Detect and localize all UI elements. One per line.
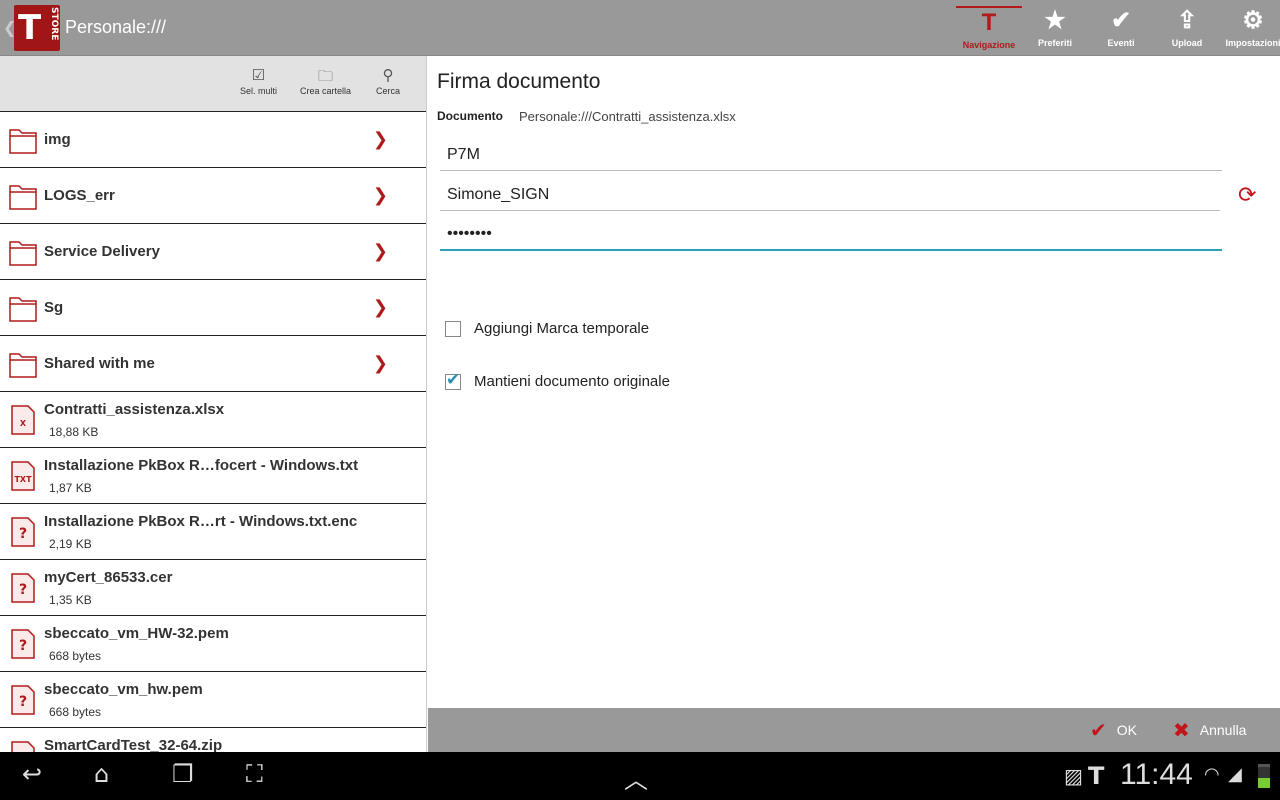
svg-text:X: X bbox=[20, 419, 27, 428]
form-action-bar: ✔ OK ✖ Annulla bbox=[428, 708, 1280, 752]
new-folder-button[interactable]: 🗀 Crea cartella bbox=[300, 66, 351, 96]
svg-text:?: ? bbox=[19, 526, 27, 542]
chevron-right-icon: ❯ bbox=[372, 353, 388, 374]
folder-icon bbox=[9, 125, 37, 155]
file-row[interactable]: TXT Installazione PkBox R…focert - Window… bbox=[0, 448, 426, 504]
folder-row[interactable]: Sg ❯ bbox=[0, 280, 426, 336]
back-nav-icon[interactable]: ↩ bbox=[22, 760, 42, 788]
app-logo[interactable]: T STORE bbox=[14, 5, 60, 51]
ok-button[interactable]: ✔ OK bbox=[1090, 718, 1137, 743]
chevron-up-icon[interactable]: ︿ bbox=[624, 760, 648, 795]
svg-text:?: ? bbox=[19, 582, 27, 598]
svg-text:TXT: TXT bbox=[14, 475, 32, 484]
folder-row[interactable]: img ❯ bbox=[0, 112, 426, 168]
refresh-icon[interactable]: ⟳ bbox=[1238, 183, 1256, 208]
system-bar: ↩ ⌂ ❐ ⛶ ︿ ▨ T 11:44 ◠ ◢ bbox=[0, 752, 1280, 800]
folder-row[interactable]: LOGS_err ❯ bbox=[0, 168, 426, 224]
file-row[interactable]: ? sbeccato_vm_HW-32.pem 668 bytes bbox=[0, 616, 426, 672]
file-row[interactable]: ? sbeccato_vm_hw.pem 668 bytes bbox=[0, 672, 426, 728]
folder-icon bbox=[9, 293, 37, 323]
chevron-right-icon: ❯ bbox=[372, 185, 388, 206]
check-icon: ✔ bbox=[1090, 720, 1107, 742]
file-row[interactable]: ZIPSmartCardTest_32-64.zip bbox=[0, 728, 426, 752]
upload-icon: ⇪ bbox=[1176, 7, 1198, 34]
unknown-file-icon: ? bbox=[9, 573, 37, 603]
search-icon: ⚲ bbox=[382, 67, 394, 84]
screenshot-icon[interactable]: ⛶ bbox=[246, 760, 263, 788]
folder-icon bbox=[9, 349, 37, 379]
file-row[interactable]: ? myCert_86533.cer 1,35 KB bbox=[0, 560, 426, 616]
image-icon: ▨ bbox=[1064, 764, 1083, 788]
txt-file-icon: TXT bbox=[9, 461, 37, 491]
cancel-button[interactable]: ✖ Annulla bbox=[1173, 718, 1246, 743]
unknown-file-icon: ? bbox=[9, 629, 37, 659]
folder-row[interactable]: Service Delivery ❯ bbox=[0, 224, 426, 280]
signal-icon: ◢ bbox=[1228, 764, 1242, 785]
keep-original-label: Mantieni documento originale bbox=[474, 373, 670, 390]
multi-select-button[interactable]: ☑ Sel. multi bbox=[240, 66, 277, 96]
star-icon: ★ bbox=[1044, 7, 1066, 34]
nav-preferiti[interactable]: ★ Preferiti bbox=[1022, 6, 1088, 54]
file-row[interactable]: X Contratti_assistenza.xlsx 18,88 KB bbox=[0, 392, 426, 448]
chevron-right-icon: ❯ bbox=[372, 297, 388, 318]
home-icon[interactable]: ⌂ bbox=[94, 760, 109, 788]
svg-text:?: ? bbox=[19, 694, 27, 710]
chevron-right-icon: ❯ bbox=[372, 129, 388, 150]
page-title: Personale:/// bbox=[65, 17, 167, 37]
nav-upload[interactable]: ⇪ Upload bbox=[1154, 6, 1220, 54]
folder-icon bbox=[9, 181, 37, 211]
document-path: Personale:///Contratti_assistenza.xlsx bbox=[519, 109, 736, 124]
password-field[interactable] bbox=[440, 219, 1222, 251]
keep-original-checkbox[interactable] bbox=[445, 370, 461, 390]
recent-apps-icon[interactable]: ❐ bbox=[172, 760, 194, 788]
close-icon: ✖ bbox=[1173, 720, 1190, 742]
gear-icon: ⚙ bbox=[1242, 7, 1264, 34]
nav-impostazioni[interactable]: ⚙ Impostazioni bbox=[1220, 6, 1280, 54]
wifi-icon: ◠ bbox=[1204, 764, 1220, 785]
unknown-file-icon: ? bbox=[9, 685, 37, 715]
nav-navigazione[interactable]: T Navigazione bbox=[956, 6, 1022, 54]
t4-notification-icon: T bbox=[1088, 762, 1105, 790]
svg-text:?: ? bbox=[19, 638, 27, 654]
certificate-field[interactable] bbox=[440, 179, 1220, 211]
file-list-panel: ☑ Sel. multi 🗀 Crea cartella ⚲ Cerca img ❯ LO… bbox=[0, 56, 427, 752]
folder-icon bbox=[9, 237, 37, 267]
unknown-file-icon: ? bbox=[9, 517, 37, 547]
battery-icon bbox=[1258, 764, 1270, 788]
clock: 11:44 bbox=[1120, 758, 1193, 791]
search-button[interactable]: ⚲ Cerca bbox=[376, 66, 400, 96]
action-bar: ❮ T STORE Personale:/// T Navigazione ★ Pref… bbox=[0, 0, 1280, 56]
folder-row[interactable]: Shared with me ❯ bbox=[0, 336, 426, 392]
document-label: Documento bbox=[437, 109, 503, 123]
multi-select-icon: ☑ bbox=[251, 67, 266, 84]
sign-document-form: Firma documento Documento Personale:///C… bbox=[428, 56, 1280, 708]
xls-file-icon: X bbox=[9, 405, 37, 435]
timestamp-label: Aggiungi Marca temporale bbox=[474, 320, 650, 337]
form-title: Firma documento bbox=[437, 70, 601, 93]
format-field[interactable] bbox=[440, 139, 1222, 171]
nav-eventi[interactable]: ✔ Eventi bbox=[1088, 6, 1154, 54]
zip-file-icon: ZIP bbox=[9, 741, 37, 752]
file-row[interactable]: ? Installazione PkBox R…rt - Windows.txt.… bbox=[0, 504, 426, 560]
t4-icon: T bbox=[981, 9, 997, 36]
timestamp-checkbox[interactable] bbox=[445, 321, 461, 337]
file-toolbar: ☑ Sel. multi 🗀 Crea cartella ⚲ Cerca bbox=[0, 56, 426, 112]
chevron-right-icon: ❯ bbox=[372, 241, 388, 262]
folder-plus-icon: 🗀 bbox=[318, 68, 334, 85]
check-icon: ✔ bbox=[1110, 7, 1132, 34]
